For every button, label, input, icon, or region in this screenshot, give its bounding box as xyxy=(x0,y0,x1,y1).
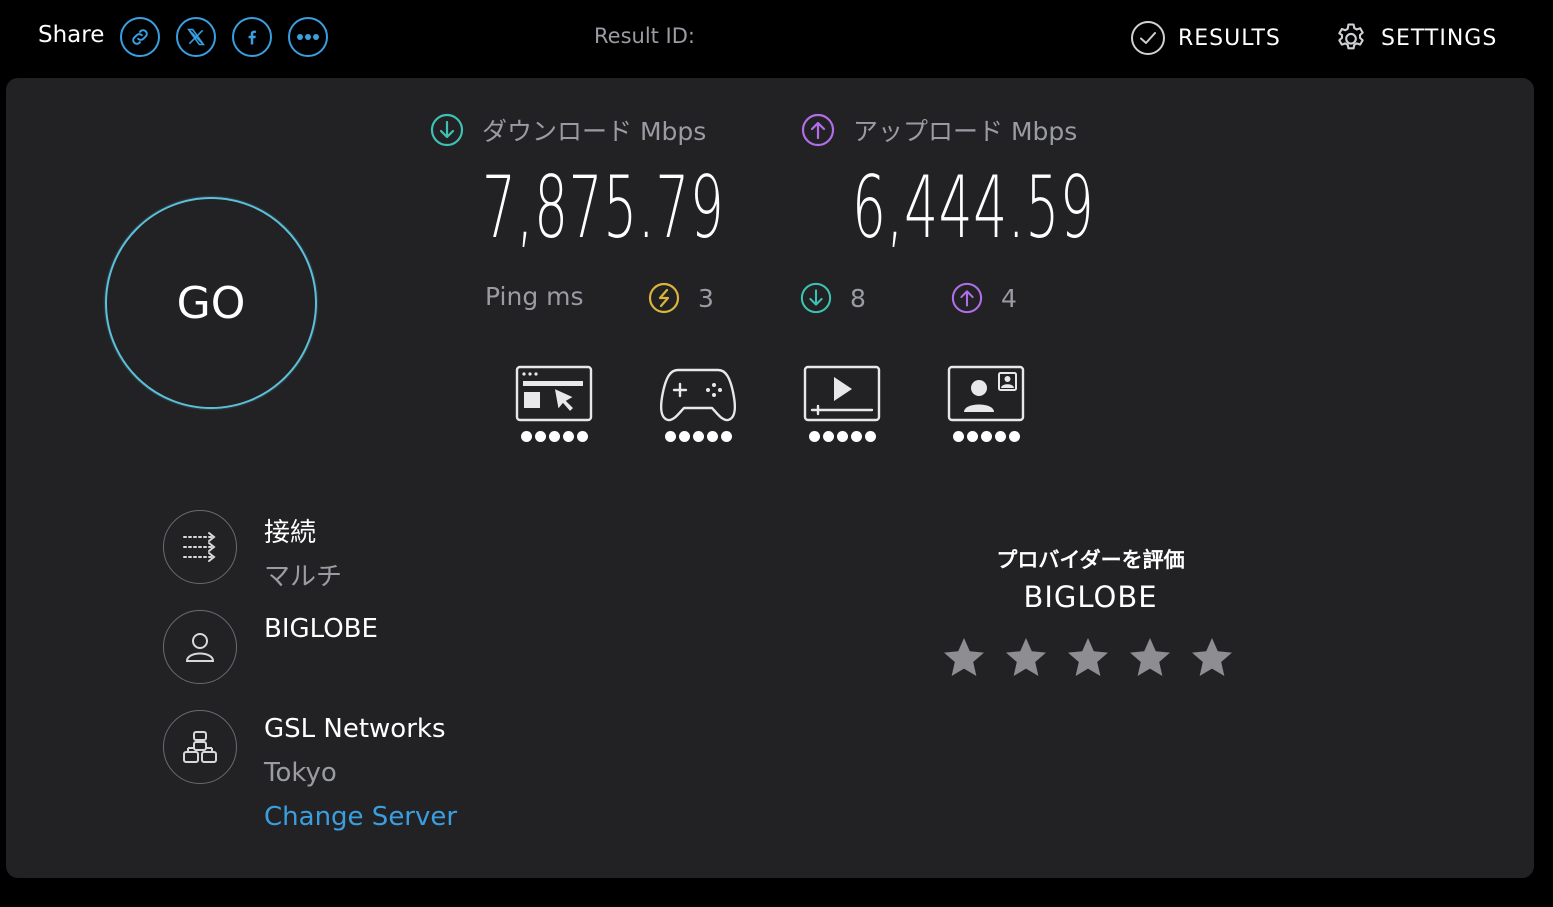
link-icon xyxy=(132,29,148,45)
ping-upload: 4 xyxy=(951,281,1017,315)
video-chat-icon xyxy=(947,365,1025,422)
ping-label: Ping ms xyxy=(485,282,584,311)
result-panel: GO ダウンロード Mbps 7,875.79 アップロード Mbps 6,44… xyxy=(6,78,1534,878)
more-icon xyxy=(297,34,319,40)
rating-dot xyxy=(576,431,588,442)
results-button[interactable]: RESULTS xyxy=(1130,18,1281,58)
isp-name: BIGLOBE xyxy=(264,614,378,644)
share-x-button[interactable] xyxy=(176,17,216,57)
rating-dot xyxy=(720,431,732,442)
change-server-link[interactable]: Change Server xyxy=(264,802,457,832)
rate-provider-title: プロバイダーを評価 xyxy=(996,548,1185,572)
rating-dot xyxy=(692,431,704,442)
rating-dot xyxy=(664,431,676,442)
video-chat-dots xyxy=(946,431,1026,442)
connection-icon-wrap xyxy=(163,510,237,584)
video-streaming-dots xyxy=(802,431,882,442)
rating-dot xyxy=(966,431,978,442)
ping-idle: 3 xyxy=(648,281,714,315)
rating-dot xyxy=(706,431,718,442)
rating-dot xyxy=(548,431,560,442)
share-link-button[interactable] xyxy=(120,17,160,57)
server-location: Tokyo xyxy=(264,758,337,788)
ping-download-value: 8 xyxy=(850,283,866,313)
rating-dot xyxy=(1008,431,1020,442)
rating-dot xyxy=(520,431,532,442)
share-more-button[interactable] xyxy=(288,17,328,57)
check-circle-icon xyxy=(1131,21,1165,55)
upload-value: 6,444.59 xyxy=(852,158,1095,258)
ping-download: 8 xyxy=(800,281,866,315)
rating-dot xyxy=(562,431,574,442)
top-bar: Share Result ID: RESULTS SETTINGS xyxy=(0,0,1553,76)
star-icon[interactable] xyxy=(1126,634,1174,682)
star-icon[interactable] xyxy=(1002,634,1050,682)
upload-header: アップロード Mbps xyxy=(801,112,1077,148)
server-icon-wrap xyxy=(163,710,237,784)
settings-label: SETTINGS xyxy=(1381,25,1498,51)
rating-dot xyxy=(808,431,820,442)
rating-dot xyxy=(952,431,964,442)
download-latency-icon xyxy=(800,282,832,314)
download-header: ダウンロード Mbps xyxy=(430,112,706,148)
rating-dot xyxy=(850,431,862,442)
results-label: RESULTS xyxy=(1178,25,1281,51)
web-browsing-dots xyxy=(514,431,594,442)
rating-dot xyxy=(822,431,834,442)
upload-label: アップロード Mbps xyxy=(853,117,1078,146)
isp-icon-wrap xyxy=(163,610,237,684)
rating-dot xyxy=(836,431,848,442)
ping-idle-value: 3 xyxy=(698,283,714,313)
download-value: 7,875.79 xyxy=(482,158,725,258)
connection-label: 接続 xyxy=(264,518,317,548)
web-browsing-icon xyxy=(515,365,593,422)
server-name: GSL Networks xyxy=(264,714,446,744)
star-icon[interactable] xyxy=(1064,634,1112,682)
ping-upload-value: 4 xyxy=(1001,283,1017,313)
rating-dot xyxy=(864,431,876,442)
go-button[interactable]: GO xyxy=(105,197,317,409)
star-rating xyxy=(940,634,1236,682)
rating-dot xyxy=(994,431,1006,442)
star-icon[interactable] xyxy=(940,634,988,682)
result-id-label: Result ID: xyxy=(594,24,696,48)
gear-icon xyxy=(1338,23,1364,50)
share-facebook-button[interactable] xyxy=(232,17,272,57)
idle-latency-icon xyxy=(648,282,680,314)
user-icon xyxy=(185,633,215,662)
download-label: ダウンロード Mbps xyxy=(482,117,707,146)
star-icon[interactable] xyxy=(1188,634,1236,682)
upload-arrow-icon xyxy=(801,113,835,147)
gaming-dots xyxy=(658,431,738,442)
facebook-icon xyxy=(248,30,256,45)
rating-dot xyxy=(534,431,546,442)
server-icon xyxy=(183,731,217,763)
download-arrow-icon xyxy=(430,113,464,147)
upload-latency-icon xyxy=(951,282,983,314)
x-twitter-icon xyxy=(187,28,205,46)
share-label: Share xyxy=(38,22,105,48)
rating-dot xyxy=(678,431,690,442)
rate-provider-isp: BIGLOBE xyxy=(1023,580,1158,614)
video-streaming-icon xyxy=(803,365,881,422)
settings-button[interactable]: SETTINGS xyxy=(1333,18,1497,58)
connection-value: マルチ xyxy=(264,562,343,592)
gaming-icon xyxy=(659,368,737,422)
rating-dot xyxy=(980,431,992,442)
multi-connection-icon xyxy=(183,532,216,562)
